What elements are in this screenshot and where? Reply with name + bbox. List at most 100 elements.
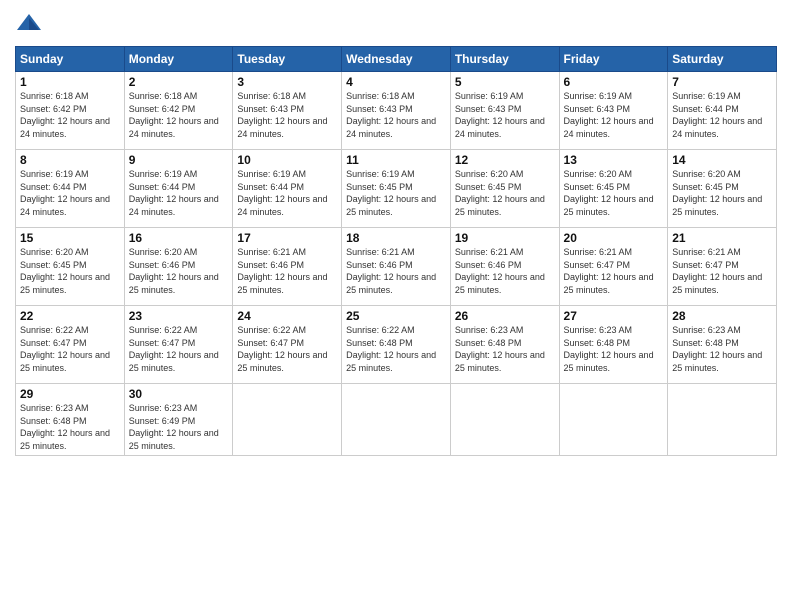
sunset-label: Sunset: 6:44 PM (129, 182, 196, 192)
sunset-label: Sunset: 6:49 PM (129, 416, 196, 426)
daylight-label: Daylight: 12 hours and 25 minutes. (455, 194, 545, 217)
sunrise-label: Sunrise: 6:21 AM (346, 247, 415, 257)
calendar-cell: 27 Sunrise: 6:23 AM Sunset: 6:48 PM Dayl… (559, 306, 668, 384)
day-number: 25 (346, 309, 446, 323)
col-header-tuesday: Tuesday (233, 47, 342, 72)
daylight-label: Daylight: 12 hours and 25 minutes. (346, 194, 436, 217)
day-info: Sunrise: 6:22 AM Sunset: 6:47 PM Dayligh… (129, 324, 229, 374)
daylight-label: Daylight: 12 hours and 25 minutes. (237, 350, 327, 373)
day-number: 8 (20, 153, 120, 167)
sunrise-label: Sunrise: 6:18 AM (346, 91, 415, 101)
day-number: 29 (20, 387, 120, 401)
sunrise-label: Sunrise: 6:23 AM (564, 325, 633, 335)
daylight-label: Daylight: 12 hours and 25 minutes. (129, 428, 219, 451)
daylight-label: Daylight: 12 hours and 25 minutes. (20, 272, 110, 295)
header-row: SundayMondayTuesdayWednesdayThursdayFrid… (16, 47, 777, 72)
sunrise-label: Sunrise: 6:21 AM (455, 247, 524, 257)
calendar-cell: 13 Sunrise: 6:20 AM Sunset: 6:45 PM Dayl… (559, 150, 668, 228)
daylight-label: Daylight: 12 hours and 25 minutes. (672, 194, 762, 217)
calendar-cell: 22 Sunrise: 6:22 AM Sunset: 6:47 PM Dayl… (16, 306, 125, 384)
calendar-cell (342, 384, 451, 456)
day-info: Sunrise: 6:18 AM Sunset: 6:42 PM Dayligh… (129, 90, 229, 140)
day-number: 28 (672, 309, 772, 323)
day-info: Sunrise: 6:19 AM Sunset: 6:44 PM Dayligh… (672, 90, 772, 140)
day-number: 7 (672, 75, 772, 89)
col-header-thursday: Thursday (450, 47, 559, 72)
calendar-cell: 4 Sunrise: 6:18 AM Sunset: 6:43 PM Dayli… (342, 72, 451, 150)
sunset-label: Sunset: 6:47 PM (564, 260, 631, 270)
logo (15, 10, 47, 38)
day-number: 24 (237, 309, 337, 323)
day-info: Sunrise: 6:18 AM Sunset: 6:43 PM Dayligh… (237, 90, 337, 140)
sunset-label: Sunset: 6:47 PM (237, 338, 304, 348)
calendar-cell (233, 384, 342, 456)
col-header-saturday: Saturday (668, 47, 777, 72)
sunset-label: Sunset: 6:47 PM (129, 338, 196, 348)
calendar-cell: 12 Sunrise: 6:20 AM Sunset: 6:45 PM Dayl… (450, 150, 559, 228)
day-info: Sunrise: 6:21 AM Sunset: 6:46 PM Dayligh… (346, 246, 446, 296)
sunrise-label: Sunrise: 6:21 AM (564, 247, 633, 257)
sunrise-label: Sunrise: 6:19 AM (672, 91, 741, 101)
calendar-row: 22 Sunrise: 6:22 AM Sunset: 6:47 PM Dayl… (16, 306, 777, 384)
day-number: 9 (129, 153, 229, 167)
calendar-cell: 10 Sunrise: 6:19 AM Sunset: 6:44 PM Dayl… (233, 150, 342, 228)
sunrise-label: Sunrise: 6:19 AM (346, 169, 415, 179)
calendar-cell (559, 384, 668, 456)
day-info: Sunrise: 6:19 AM Sunset: 6:43 PM Dayligh… (564, 90, 664, 140)
logo-icon (15, 10, 43, 38)
sunrise-label: Sunrise: 6:22 AM (20, 325, 89, 335)
sunset-label: Sunset: 6:42 PM (20, 104, 87, 114)
calendar-cell (450, 384, 559, 456)
col-header-friday: Friday (559, 47, 668, 72)
sunset-label: Sunset: 6:46 PM (346, 260, 413, 270)
daylight-label: Daylight: 12 hours and 25 minutes. (237, 272, 327, 295)
daylight-label: Daylight: 12 hours and 25 minutes. (455, 272, 545, 295)
sunrise-label: Sunrise: 6:23 AM (455, 325, 524, 335)
sunrise-label: Sunrise: 6:19 AM (129, 169, 198, 179)
day-info: Sunrise: 6:22 AM Sunset: 6:47 PM Dayligh… (20, 324, 120, 374)
sunset-label: Sunset: 6:46 PM (237, 260, 304, 270)
sunset-label: Sunset: 6:45 PM (564, 182, 631, 192)
day-info: Sunrise: 6:20 AM Sunset: 6:45 PM Dayligh… (564, 168, 664, 218)
day-number: 22 (20, 309, 120, 323)
daylight-label: Daylight: 12 hours and 24 minutes. (455, 116, 545, 139)
sunset-label: Sunset: 6:47 PM (20, 338, 87, 348)
calendar-cell: 19 Sunrise: 6:21 AM Sunset: 6:46 PM Dayl… (450, 228, 559, 306)
sunset-label: Sunset: 6:43 PM (564, 104, 631, 114)
sunset-label: Sunset: 6:48 PM (672, 338, 739, 348)
calendar-cell: 1 Sunrise: 6:18 AM Sunset: 6:42 PM Dayli… (16, 72, 125, 150)
calendar-row: 8 Sunrise: 6:19 AM Sunset: 6:44 PM Dayli… (16, 150, 777, 228)
sunrise-label: Sunrise: 6:19 AM (564, 91, 633, 101)
sunrise-label: Sunrise: 6:20 AM (672, 169, 741, 179)
day-number: 2 (129, 75, 229, 89)
daylight-label: Daylight: 12 hours and 24 minutes. (672, 116, 762, 139)
calendar-cell: 14 Sunrise: 6:20 AM Sunset: 6:45 PM Dayl… (668, 150, 777, 228)
calendar-body: 1 Sunrise: 6:18 AM Sunset: 6:42 PM Dayli… (16, 72, 777, 456)
day-info: Sunrise: 6:21 AM Sunset: 6:47 PM Dayligh… (672, 246, 772, 296)
day-number: 13 (564, 153, 664, 167)
calendar-cell: 16 Sunrise: 6:20 AM Sunset: 6:46 PM Dayl… (124, 228, 233, 306)
daylight-label: Daylight: 12 hours and 25 minutes. (564, 272, 654, 295)
calendar-cell: 25 Sunrise: 6:22 AM Sunset: 6:48 PM Dayl… (342, 306, 451, 384)
day-number: 11 (346, 153, 446, 167)
day-number: 5 (455, 75, 555, 89)
calendar-cell: 11 Sunrise: 6:19 AM Sunset: 6:45 PM Dayl… (342, 150, 451, 228)
day-number: 4 (346, 75, 446, 89)
sunrise-label: Sunrise: 6:18 AM (237, 91, 306, 101)
sunrise-label: Sunrise: 6:21 AM (672, 247, 741, 257)
day-info: Sunrise: 6:23 AM Sunset: 6:48 PM Dayligh… (564, 324, 664, 374)
day-number: 21 (672, 231, 772, 245)
calendar-cell: 28 Sunrise: 6:23 AM Sunset: 6:48 PM Dayl… (668, 306, 777, 384)
sunset-label: Sunset: 6:48 PM (455, 338, 522, 348)
day-number: 27 (564, 309, 664, 323)
sunset-label: Sunset: 6:48 PM (346, 338, 413, 348)
col-header-wednesday: Wednesday (342, 47, 451, 72)
sunrise-label: Sunrise: 6:19 AM (20, 169, 89, 179)
calendar-cell: 3 Sunrise: 6:18 AM Sunset: 6:43 PM Dayli… (233, 72, 342, 150)
day-number: 15 (20, 231, 120, 245)
sunset-label: Sunset: 6:45 PM (346, 182, 413, 192)
day-info: Sunrise: 6:21 AM Sunset: 6:47 PM Dayligh… (564, 246, 664, 296)
sunset-label: Sunset: 6:44 PM (20, 182, 87, 192)
day-info: Sunrise: 6:23 AM Sunset: 6:48 PM Dayligh… (672, 324, 772, 374)
calendar-cell (668, 384, 777, 456)
